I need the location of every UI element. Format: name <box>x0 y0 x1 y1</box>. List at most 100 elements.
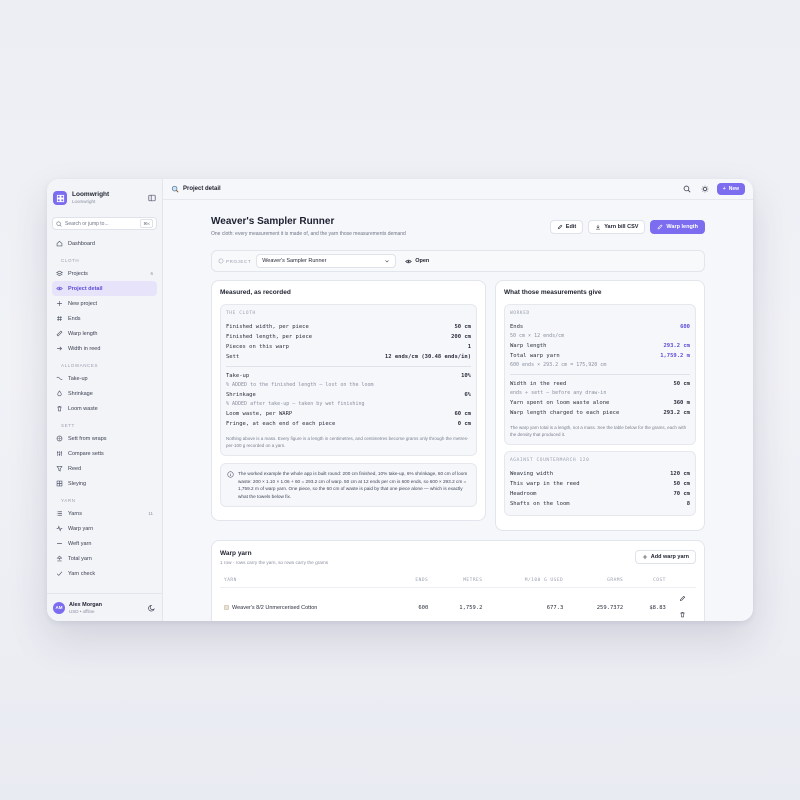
worked-example-text: The worked example the whole app is buil… <box>238 471 468 499</box>
loom-key: Weaving width <box>510 471 554 477</box>
loom-row: Shafts on the loom 8 <box>510 499 690 509</box>
result-note: ends ÷ sett — before any draw-in <box>510 390 607 396</box>
sidebar-item-yarn-check[interactable]: Yarn check <box>52 566 157 581</box>
worked-example-callout: The worked example the whole app is buil… <box>220 463 477 507</box>
result-note: 50 cm × 12 ends/cm <box>510 333 565 339</box>
sidebar-item-label: Yarn check <box>68 570 96 577</box>
sidebar-item-label: Sett from wraps <box>68 435 107 442</box>
sidebar-item-label: Ends <box>68 315 81 322</box>
nav-section-allowances: ALLOWANCES <box>61 363 99 368</box>
result-key: Total warp yarn <box>510 353 560 359</box>
page-content: Weaver's Sampler Runner One cloth: every… <box>211 200 705 621</box>
sidebar-item-loom-waste[interactable]: Loom waste <box>52 401 157 416</box>
sidebar-item-shrinkage[interactable]: Shrinkage <box>52 386 157 401</box>
user-profile[interactable]: AM Alex Morgan USD • offline <box>47 593 162 621</box>
sidebar-item-label: Projects <box>68 270 88 277</box>
measure-key: Sett <box>226 354 240 360</box>
sidebar-item-label: Project detail <box>68 285 103 292</box>
measure-value: 1 <box>467 344 471 350</box>
sidebar-item-sett-from-wraps[interactable]: Sett from wraps <box>52 431 157 446</box>
result-value: 293.2 cm <box>663 410 691 416</box>
download-icon <box>596 224 601 230</box>
sliders-icon <box>56 450 63 457</box>
sidebar-item-label: Loom waste <box>68 405 98 412</box>
ruler-icon <box>56 330 63 337</box>
sidebar-item-warp-yarn[interactable]: Warp yarn <box>52 521 157 536</box>
moon-icon[interactable] <box>148 599 156 617</box>
sidebar-item-width-in-reed[interactable]: Width in reed <box>52 341 157 356</box>
measure-note: % ADDED after take-up — taken by wet fin… <box>226 401 365 407</box>
sidebar-item-label: Weft yarn <box>68 540 92 547</box>
edit-row-pencil-icon[interactable] <box>679 595 686 604</box>
loom-value: 120 cm <box>670 471 690 477</box>
sidebar-toggle-icon[interactable] <box>147 194 156 203</box>
list-icon <box>56 510 63 517</box>
top-bar: Project detail + New <box>163 179 753 200</box>
home-icon <box>56 240 63 247</box>
sidebar-item-yarns[interactable]: Yarns 11 <box>52 506 157 521</box>
measure-key: Pieces on this warp <box>226 344 289 350</box>
measure-key: Finished length, per piece <box>226 334 313 340</box>
sidebar-item-label: Sleying <box>68 480 87 487</box>
delete-row-trash-icon[interactable] <box>679 611 686 620</box>
page-subtitle: One cloth: every measurement it is made … <box>211 231 406 237</box>
divider <box>226 366 471 367</box>
sidebar-item-warp-length[interactable]: Warp length <box>52 326 157 341</box>
measure-value: 0 cm <box>457 421 471 427</box>
results-card: What those measurements give WORKED Ends… <box>495 280 705 531</box>
project-select[interactable]: Weaver's Sampler Runner <box>256 254 397 268</box>
page-title: Weaver's Sampler Runner <box>211 216 335 227</box>
yarn-swatch <box>224 604 229 610</box>
open-button[interactable]: Open <box>405 258 429 265</box>
arrow-right-icon <box>56 345 63 352</box>
measure-value: 12 ends/cm (30.48 ends/in) <box>384 354 471 360</box>
nav-section-sett: SETT <box>61 423 75 428</box>
edit-button[interactable]: Edit <box>549 220 584 234</box>
project-label: PROJECT <box>218 258 251 264</box>
magnifier-icon <box>171 185 179 193</box>
warp-yarn-header: Warp yarn 1 row · rows carry the yarn, s… <box>220 550 696 565</box>
result-key: Warp length charged to each piece <box>510 410 620 416</box>
sidebar-item-projects[interactable]: Projects 6 <box>52 266 157 281</box>
sidebar-item-new-project[interactable]: New project <box>52 296 157 311</box>
ruler-icon <box>657 224 663 230</box>
search-input[interactable]: Search or jump to... ⌘K <box>52 217 157 230</box>
loom-key: Headroom <box>510 491 537 497</box>
layers-icon <box>56 270 63 277</box>
sidebar-item-label: Total yarn <box>68 555 92 562</box>
measure-value: 50 cm <box>454 324 471 330</box>
sidebar-item-sleying[interactable]: Sleying <box>52 476 157 491</box>
search-icon[interactable] <box>681 183 693 195</box>
sidebar-item-reed[interactable]: Reed <box>52 461 157 476</box>
loom-value: 70 cm <box>673 491 690 497</box>
yarn-bill-csv-button[interactable]: Yarn bill CSV <box>588 220 646 234</box>
worked-caption: WORKED <box>510 311 530 316</box>
sidebar-item-total-yarn[interactable]: Total yarn <box>52 551 157 566</box>
sun-icon[interactable] <box>699 183 711 195</box>
add-warp-yarn-button[interactable]: Add warp yarn <box>634 550 696 564</box>
grid-icon <box>56 480 63 487</box>
col-actions <box>669 574 696 588</box>
result-value: 1,759.2 m <box>660 353 690 359</box>
sidebar-item-weft-yarn[interactable]: Weft yarn <box>52 536 157 551</box>
measure-row: Pieces on this warp 1 <box>226 342 471 352</box>
loom-row: Headroom 70 cm <box>510 489 690 499</box>
sidebar-item-compare-setts[interactable]: Compare setts <box>52 446 157 461</box>
cell-grams: 259.7372 <box>596 604 624 611</box>
sidebar-item-count: 6 <box>150 271 153 276</box>
eye-icon <box>405 259 412 263</box>
new-button[interactable]: + New <box>716 183 745 195</box>
sidebar-item-label: Warp yarn <box>68 525 94 532</box>
sidebar-item-label: Shrinkage <box>68 390 93 397</box>
loom-value: 8 <box>686 501 690 507</box>
sidebar-item-dashboard[interactable]: Dashboard <box>52 236 157 251</box>
sidebar-nav: Dashboard CLOTH Projects 6 Project detai… <box>47 236 162 581</box>
warp-length-button[interactable]: Warp length <box>650 220 705 234</box>
sidebar-item-project-detail[interactable]: Project detail <box>52 281 157 296</box>
sidebar-item-take-up[interactable]: Take-up <box>52 371 157 386</box>
measure-row: Fringe, at each end of each piece 0 cm <box>226 419 471 429</box>
sidebar-item-ends[interactable]: Ends <box>52 311 157 326</box>
col-cost: COST <box>627 574 670 588</box>
plus-icon <box>642 554 647 560</box>
measured-card: Measured, as recorded THE CLOTH Finished… <box>211 280 486 521</box>
